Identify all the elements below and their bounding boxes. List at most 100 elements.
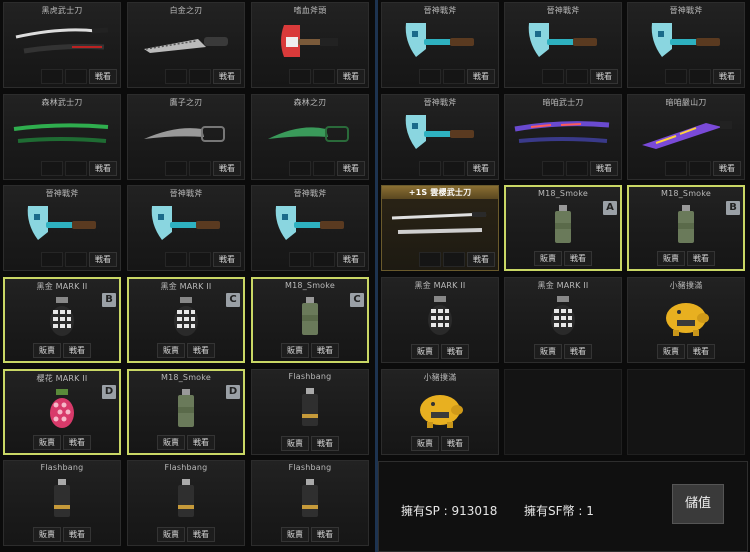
- katana-silver-icon: [382, 202, 498, 246]
- inventory-card[interactable]: 晉神戰斧 戦看: [504, 2, 622, 88]
- sell-button[interactable]: 販賣: [534, 251, 562, 266]
- sell-button[interactable]: 販賣: [157, 435, 185, 450]
- sell-button[interactable]: 販賣: [411, 436, 439, 451]
- inventory-card[interactable]: 黑金 MARK II B 販賣 戦看: [3, 277, 121, 363]
- sell-button[interactable]: 販賣: [534, 344, 562, 359]
- inventory-card[interactable]: 黑金 MARK II 販賣 戦看: [381, 277, 499, 363]
- view-button[interactable]: 戦看: [441, 436, 469, 451]
- card-button-row: 戦看: [255, 161, 365, 176]
- sell-button[interactable]: 販賣: [281, 343, 309, 358]
- inventory-card[interactable]: 櫻花 MARK II D 販賣 戦看: [3, 369, 121, 455]
- sell-button[interactable]: 販賣: [411, 344, 439, 359]
- view-button[interactable]: 戦看: [337, 69, 365, 84]
- view-button[interactable]: 戦看: [63, 435, 91, 450]
- item-name: 森林之刃: [293, 98, 327, 107]
- sell-button[interactable]: 販賣: [33, 343, 61, 358]
- inventory-card[interactable]: 嗜血斧頭 戦看: [251, 2, 369, 88]
- view-button[interactable]: 戦看: [687, 344, 715, 359]
- inventory-card[interactable]: M18_Smoke B 販賣 戦看: [627, 185, 745, 271]
- inventory-card[interactable]: 晉神戰斧 戦看: [381, 2, 499, 88]
- empty-slot: [419, 161, 441, 176]
- item-name: 黑金 MARK II: [537, 281, 589, 290]
- inventory-card[interactable]: M18_Smoke A 販賣 戦看: [504, 185, 622, 271]
- view-button[interactable]: 戦看: [467, 161, 495, 176]
- view-button[interactable]: 戦看: [337, 252, 365, 267]
- card-button-row: 戦看: [131, 252, 241, 267]
- view-button[interactable]: 戦看: [213, 69, 241, 84]
- empty-slot: [542, 161, 564, 176]
- inventory-card[interactable]: M18_Smoke D 販賣 戦看: [127, 369, 245, 455]
- view-button[interactable]: 戦看: [89, 161, 117, 176]
- inventory-card[interactable]: 晉神戰斧 戦看: [381, 94, 499, 180]
- inventory-card[interactable]: 小豬撲滿 販賣 戦看: [627, 277, 745, 363]
- item-name: 森林武士刀: [41, 98, 83, 107]
- view-button[interactable]: 戦看: [89, 69, 117, 84]
- view-button[interactable]: 戦看: [713, 161, 741, 176]
- view-button[interactable]: 戦看: [687, 251, 715, 266]
- view-button[interactable]: 戦看: [187, 435, 215, 450]
- view-button[interactable]: 戦看: [63, 343, 91, 358]
- view-button[interactable]: 戦看: [441, 344, 469, 359]
- view-button[interactable]: 戦看: [213, 161, 241, 176]
- view-button[interactable]: 戦看: [89, 252, 117, 267]
- inventory-card[interactable]: 小豬撲滿 販賣 戦看: [381, 369, 499, 455]
- view-button[interactable]: 戦看: [590, 69, 618, 84]
- inventory-card[interactable]: 暗咱武士刀 戦看: [504, 94, 622, 180]
- sell-button[interactable]: 販賣: [281, 527, 309, 542]
- inventory-card[interactable]: 黑金 MARK II C 販賣 戦看: [127, 277, 245, 363]
- view-button[interactable]: 戦看: [590, 161, 618, 176]
- inventory-card[interactable]: 晉神戰斧 戦看: [627, 2, 745, 88]
- card-button-row: 戦看: [508, 69, 618, 84]
- inventory-card[interactable]: 森林武士刀戦看: [3, 94, 121, 180]
- inventory-card[interactable]: Flashbang 販賣 戦看: [251, 460, 369, 546]
- sell-button[interactable]: 販賣: [157, 343, 185, 358]
- view-button[interactable]: 戦看: [311, 343, 339, 358]
- inventory-card[interactable]: 森林之刃戦看: [251, 94, 369, 180]
- inventory-card[interactable]: 晉神戰斧 戦看: [3, 185, 121, 271]
- view-button[interactable]: 戦看: [213, 252, 241, 267]
- top-up-button[interactable]: 儲值: [672, 484, 724, 524]
- sell-button[interactable]: 販賣: [657, 344, 685, 359]
- inventory-card[interactable]: Flashbang 販賣 戦看: [127, 460, 245, 546]
- sell-button[interactable]: 販賣: [33, 435, 61, 450]
- empty-slot: [289, 252, 311, 267]
- inventory-card[interactable]: 晉神戰斧 戦看: [127, 185, 245, 271]
- item-name: M18_Smoke: [538, 189, 588, 198]
- sell-button[interactable]: 販賣: [657, 251, 685, 266]
- inventory-card[interactable]: 鷹子之刃戦看: [127, 94, 245, 180]
- sell-button[interactable]: 販賣: [33, 527, 61, 542]
- sell-button[interactable]: 販賣: [157, 527, 185, 542]
- inventory-card[interactable]: Flashbang 販賣 戦看: [251, 369, 369, 455]
- view-button[interactable]: 戦看: [187, 527, 215, 542]
- empty-slot: [419, 252, 441, 267]
- view-button[interactable]: 戦看: [564, 251, 592, 266]
- item-name: 鷹子之刃: [169, 98, 203, 107]
- axe-blue-icon: [4, 202, 120, 246]
- inventory-card[interactable]: 黑金 MARK II 販賣 戦看: [504, 277, 622, 363]
- item-name: 黑虎武士刀: [41, 6, 83, 15]
- view-button[interactable]: 戦看: [564, 344, 592, 359]
- inventory-card[interactable]: 暗咱嚴山刀 戦看: [627, 94, 745, 180]
- view-button[interactable]: 戦看: [713, 69, 741, 84]
- slot-badge: A: [603, 201, 617, 215]
- card-button-row: 販賣 戦看: [632, 251, 740, 266]
- view-button[interactable]: 戦看: [187, 343, 215, 358]
- view-button[interactable]: 戦看: [63, 527, 91, 542]
- inventory-card[interactable]: Flashbang 販賣 戦看: [3, 460, 121, 546]
- empty-slot: [165, 161, 187, 176]
- view-button[interactable]: 戦看: [311, 527, 339, 542]
- view-button[interactable]: 戦看: [337, 161, 365, 176]
- view-button[interactable]: 戦看: [467, 69, 495, 84]
- inventory-card[interactable]: 黑虎武士刀戦看: [3, 2, 121, 88]
- view-button[interactable]: 戦看: [467, 252, 495, 267]
- inventory-card[interactable]: 白金之刃 戦看: [127, 2, 245, 88]
- flash-icon: [252, 386, 368, 430]
- inventory-card[interactable]: +1S 雲櫻武士刀 戦看: [381, 185, 499, 271]
- empty-slot: [665, 161, 687, 176]
- sell-button[interactable]: 販賣: [281, 436, 309, 451]
- card-button-row: 販賣 戦看: [8, 435, 116, 450]
- item-name: Flashbang: [288, 463, 332, 472]
- view-button[interactable]: 戦看: [311, 436, 339, 451]
- inventory-card[interactable]: 晉神戰斧 戦看: [251, 185, 369, 271]
- inventory-card[interactable]: M18_Smoke C 販賣 戦看: [251, 277, 369, 363]
